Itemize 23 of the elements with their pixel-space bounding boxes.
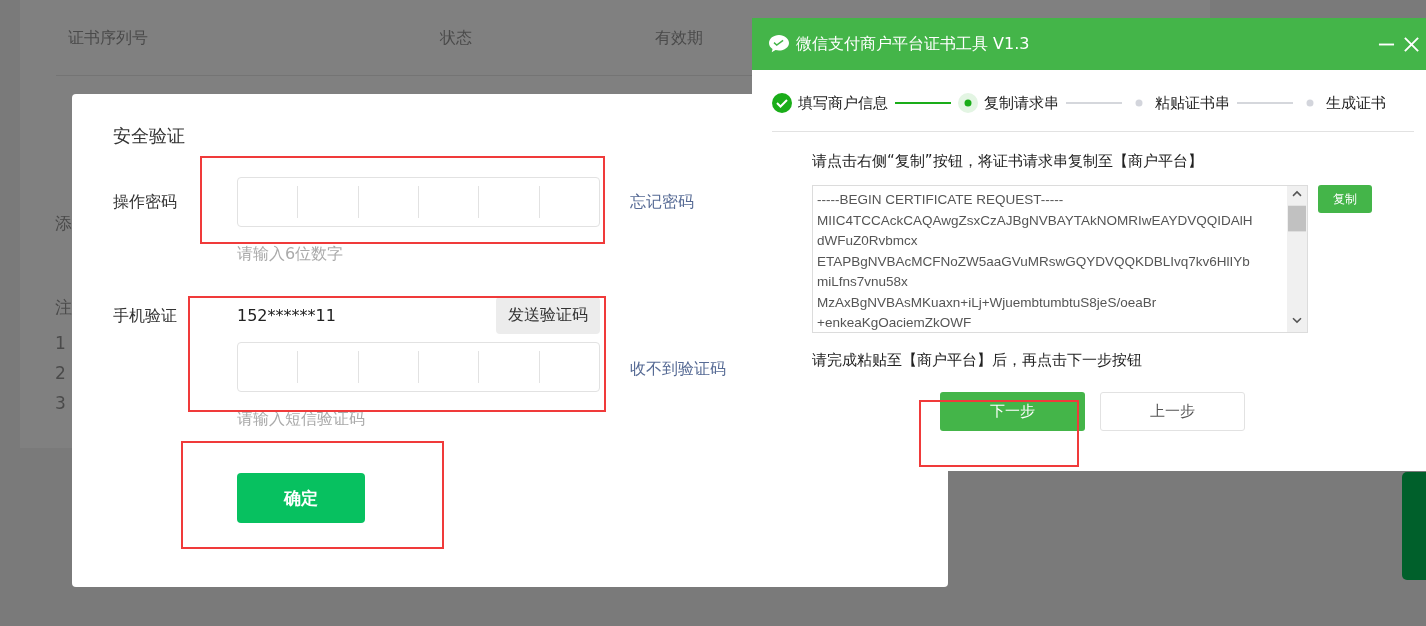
forgot-password-link[interactable]: 忘记密码 (630, 192, 694, 213)
field-label: 操作密码 (113, 192, 178, 213)
window-title: 微信支付商户平台证书工具 V1.3 (796, 33, 1031, 55)
back-button[interactable]: 上一步 (1100, 392, 1245, 431)
step-label: 生成证书 (1326, 93, 1386, 113)
dialog-title: 安全验证 (113, 124, 186, 148)
field-label: 手机验证 (113, 306, 178, 327)
side-tab[interactable] (1402, 472, 1426, 580)
hint-text: 请输入6位数字 (237, 246, 344, 262)
send-code-button[interactable]: 发送验证码 (496, 297, 600, 334)
phone-number: 152******11 (237, 306, 336, 325)
code-input[interactable] (237, 342, 600, 392)
step-label: 填写商户信息 (798, 93, 888, 113)
scrollbar[interactable] (1287, 186, 1307, 332)
close-icon[interactable] (1403, 35, 1420, 53)
code-input[interactable] (237, 177, 600, 227)
step-label: 粘贴证书串 (1155, 93, 1230, 113)
instruction-text: 请点击右侧“复制”按钮，将证书请求串复制至【商户平台】 (812, 152, 1204, 171)
instruction-text: 请完成粘贴至【商户平台】后，再点击下一步按钮 (812, 351, 1143, 370)
step-label: 复制请求串 (984, 93, 1059, 113)
chat-bubble-icon (768, 34, 790, 54)
no-code-link[interactable]: 收不到验证码 (630, 359, 726, 380)
request-textarea[interactable]: -----BEGIN CERTIFICATE REQUEST----- MIIC4TCCAckCAQAwgZsxCzAJBgNVBAYTAkNOMRIwEAYDVQQIDAlH dWFuZ0Rvbmcx ETAPBgNVBAcMCFNoZW5aaGVuMRswGQYDVQQKDBLIvq7kv6HlIYb miLfns7vnu58x MzAxBgNVBAsMKuaxn+iLj+WjuembtumbtuS8jeS/oeaBr +enkeaKgOaciemZkOWF (812, 185, 1308, 333)
